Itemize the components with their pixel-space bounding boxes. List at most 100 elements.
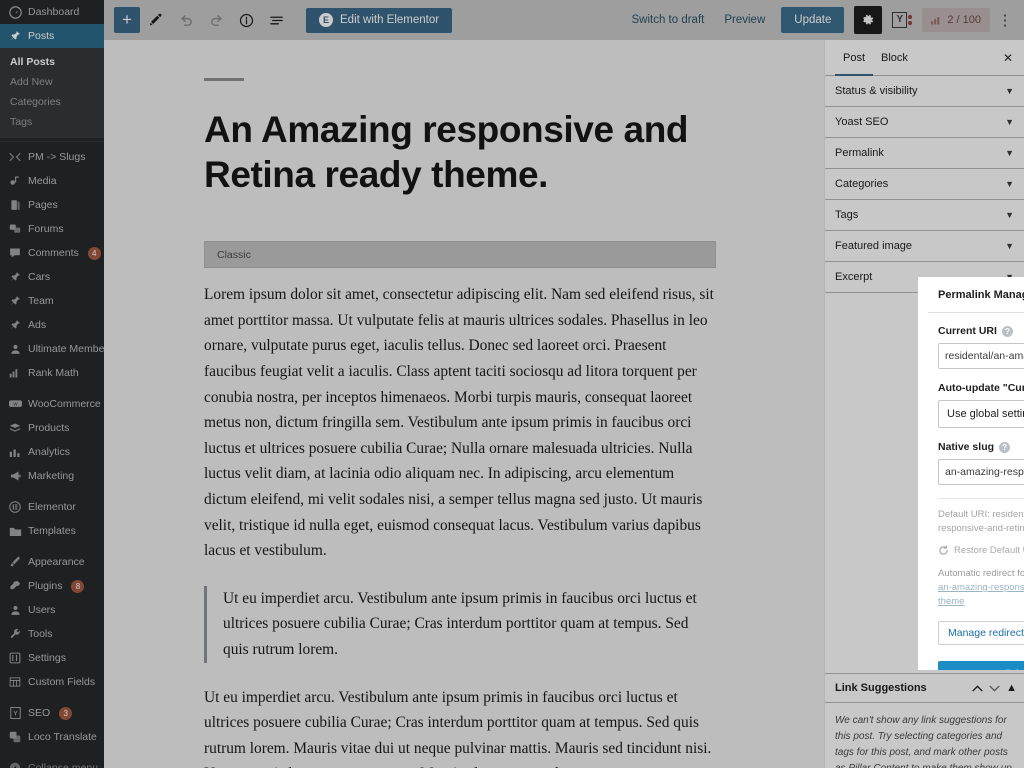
native-slug-input[interactable]: an-amazing-responsive-and-retina-rea bbox=[938, 459, 1024, 485]
save-permalink-button[interactable]: Save permalink bbox=[938, 661, 1024, 670]
undo-icon[interactable] bbox=[172, 6, 200, 34]
panel-yoast-seo[interactable]: Yoast SEO ▼ bbox=[825, 107, 1024, 138]
list-view-icon[interactable] bbox=[262, 6, 290, 34]
permalink-manager-title: Permalink Manager bbox=[938, 288, 1024, 301]
panel-label: Yoast SEO bbox=[835, 116, 889, 128]
panel-permalink[interactable]: Permalink ▼ bbox=[825, 138, 1024, 169]
pin-icon bbox=[8, 270, 22, 284]
redirect-note-link[interactable]: an-amazing-responsive-and-retina-ready-t… bbox=[938, 582, 1024, 607]
sidebar-item-media[interactable]: Media bbox=[0, 169, 104, 193]
sidebar-item-elementor[interactable]: Elementor bbox=[0, 495, 104, 519]
panel-tags[interactable]: Tags ▼ bbox=[825, 200, 1024, 231]
sidebar-item-marketing[interactable]: Marketing bbox=[0, 464, 104, 488]
sidebar-item-forums[interactable]: Forums bbox=[0, 217, 104, 241]
panel-label: Categories bbox=[835, 178, 889, 190]
comments-count-badge: 4 bbox=[87, 246, 101, 260]
sidebar-item-woocommerce[interactable]: W WooCommerce bbox=[0, 392, 104, 416]
help-icon[interactable]: ? bbox=[999, 441, 1011, 453]
sidebar-item-label: Marketing bbox=[28, 470, 75, 482]
redo-icon[interactable] bbox=[202, 6, 230, 34]
sidebar-item-ads[interactable]: Ads bbox=[0, 313, 104, 337]
paragraph-block[interactable]: Lorem ipsum dolor sit amet, consectetur … bbox=[204, 282, 716, 564]
seo-score-badge[interactable]: 2 / 100 bbox=[922, 8, 990, 32]
restore-default-uri-label: Restore Default URI bbox=[954, 545, 1024, 556]
sidebar-item-seo[interactable]: Y SEO 3 bbox=[0, 701, 104, 725]
sidebar-item-posts[interactable]: Posts bbox=[0, 24, 104, 48]
sidebar-item-label: Templates bbox=[28, 525, 76, 537]
sidebar-item-plugins[interactable]: Plugins 8 bbox=[0, 574, 104, 598]
panel-categories[interactable]: Categories ▼ bbox=[825, 169, 1024, 200]
submenu-item-tags[interactable]: Tags bbox=[0, 112, 104, 132]
editor-toolbar: + E Edit with Elementor Switch to draft … bbox=[104, 0, 1024, 40]
sidebar-item-comments[interactable]: Comments 4 bbox=[0, 241, 104, 265]
chevron-down-icon: ▼ bbox=[1005, 241, 1014, 251]
permalink-manager-header[interactable]: Permalink Manager ▲ bbox=[928, 277, 1024, 313]
restore-default-uri-button[interactable]: Restore Default URI bbox=[938, 545, 1024, 556]
sidebar-item-products[interactable]: Products bbox=[0, 416, 104, 440]
sidebar-item-label: Cars bbox=[28, 271, 51, 283]
tab-block[interactable]: Block bbox=[873, 40, 916, 76]
tab-post[interactable]: Post bbox=[835, 40, 873, 76]
submenu-item-categories[interactable]: Categories bbox=[0, 92, 104, 112]
sidebar-item-settings[interactable]: Settings bbox=[0, 646, 104, 670]
gear-icon[interactable] bbox=[854, 6, 883, 34]
collapse-panel-icon[interactable]: ▲ bbox=[1006, 682, 1017, 694]
admin-sidebar: Dashboard Posts All Posts Add New Catego… bbox=[0, 0, 104, 768]
sidebar-item-pages[interactable]: Pages bbox=[0, 193, 104, 217]
chart-icon bbox=[8, 366, 22, 380]
seo-score-bars-icon bbox=[931, 16, 942, 25]
classic-block-label[interactable]: Classic bbox=[204, 241, 716, 269]
dashboard-icon bbox=[8, 5, 22, 19]
collapse-menu-button[interactable]: Collapse menu bbox=[0, 756, 104, 768]
panel-status-and-visibility[interactable]: Status & visibility ▼ bbox=[825, 76, 1024, 107]
panel-label: Featured image bbox=[835, 240, 913, 252]
edit-with-elementor-button[interactable]: E Edit with Elementor bbox=[306, 7, 453, 33]
auto-update-label-row: Auto-update "Current URI" ? bbox=[938, 382, 1024, 394]
sidebar-item-custom-fields[interactable]: Custom Fields bbox=[0, 670, 104, 694]
chevron-down-icon[interactable] bbox=[989, 685, 1000, 692]
help-icon[interactable]: ? bbox=[1001, 325, 1013, 337]
preview-link[interactable]: Preview bbox=[716, 14, 773, 26]
chevron-up-icon[interactable] bbox=[972, 684, 983, 692]
sidebar-item-templates[interactable]: Templates bbox=[0, 519, 104, 543]
collapse-menu-label: Collapse menu bbox=[28, 762, 99, 768]
sidebar-item-tools[interactable]: Tools bbox=[0, 622, 104, 646]
info-icon[interactable] bbox=[232, 6, 260, 34]
panel-featured-image[interactable]: Featured image ▼ bbox=[825, 231, 1024, 262]
sidebar-item-ultimate-member[interactable]: Ultimate Member bbox=[0, 337, 104, 361]
sidebar-item-analytics[interactable]: Analytics bbox=[0, 440, 104, 464]
switch-to-draft-link[interactable]: Switch to draft bbox=[623, 14, 712, 26]
manage-redirects-button[interactable]: Manage redirects bbox=[938, 621, 1024, 645]
sidebar-item-label: Ultimate Member bbox=[28, 343, 104, 355]
close-icon[interactable]: ✕ bbox=[996, 46, 1020, 70]
submenu-item-add-new[interactable]: Add New bbox=[0, 72, 104, 92]
paragraph-block[interactable]: Ut eu imperdiet arcu. Vestibulum ante ip… bbox=[204, 685, 716, 768]
sidebar-item-label: PM -> Slugs bbox=[28, 151, 86, 163]
sidebar-item-cars[interactable]: Cars bbox=[0, 265, 104, 289]
submenu-item-all-posts[interactable]: All Posts bbox=[0, 52, 104, 72]
post-canvas-inner: An Amazing responsive and Retina ready t… bbox=[204, 78, 716, 768]
yoast-logo-icon: Y bbox=[892, 12, 908, 28]
add-block-button[interactable]: + bbox=[114, 7, 140, 33]
sidebar-item-label: Forums bbox=[28, 223, 64, 235]
wrench-icon bbox=[8, 627, 22, 641]
quote-block[interactable]: Ut eu imperdiet arcu. Vestibulum ante ip… bbox=[204, 585, 716, 663]
update-button[interactable]: Update bbox=[781, 7, 845, 33]
sidebar-item-pm-slugs[interactable]: PM -> Slugs bbox=[0, 145, 104, 169]
current-uri-input[interactable]: residental/an-amazing-responsive-and- bbox=[938, 343, 1024, 369]
sidebar-item-dashboard[interactable]: Dashboard bbox=[0, 0, 104, 24]
sidebar-item-loco-translate[interactable]: Loco Translate bbox=[0, 725, 104, 749]
sidebar-item-rank-math[interactable]: Rank Math bbox=[0, 361, 104, 385]
sidebar-item-label: SEO bbox=[28, 707, 51, 719]
auto-update-select[interactable]: Use global settings [No] bbox=[938, 400, 1024, 428]
link-suggestions-header[interactable]: Link Suggestions ▲ bbox=[825, 673, 1024, 703]
sidebar-item-appearance[interactable]: Appearance bbox=[0, 550, 104, 574]
pencil-icon[interactable] bbox=[142, 6, 170, 34]
sidebar-item-users[interactable]: Users bbox=[0, 598, 104, 622]
yoast-seo-button[interactable]: Y bbox=[890, 9, 914, 31]
sidebar-item-team[interactable]: Team bbox=[0, 289, 104, 313]
page-title[interactable]: An Amazing responsive and Retina ready t… bbox=[204, 107, 716, 197]
more-options-icon[interactable]: ⋮ bbox=[994, 6, 1016, 34]
menu-spacer bbox=[0, 488, 104, 495]
pages-icon bbox=[8, 198, 22, 212]
